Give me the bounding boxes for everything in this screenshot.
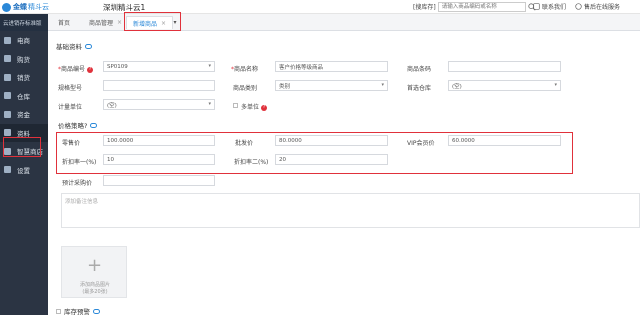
price-highlight-annotation (56, 132, 573, 174)
tab-product-management[interactable]: 商品管理 × (83, 16, 128, 29)
est-purchase-price-field[interactable] (103, 175, 215, 186)
est-purchase-price-label: 预计采购价 (62, 180, 93, 187)
barcode-field[interactable] (448, 61, 561, 72)
logo-brand: 金蝶 (13, 3, 27, 11)
product-name-field[interactable]: 客户价格等级商品 (275, 61, 388, 72)
plus-icon: + (87, 255, 103, 276)
logo-brand-sub: 精斗云 (28, 3, 49, 11)
sidebar-item-label: 购货 (17, 55, 30, 64)
stock-alert-label: 库存预警 (64, 308, 90, 315)
purchase-icon (4, 55, 11, 63)
barcode-label: 商品条码 (407, 66, 432, 73)
spec-model-field[interactable] (103, 80, 215, 91)
sidebar-item-label: 仓库 (17, 92, 30, 101)
sidebar-item-ecommerce[interactable]: 电商 (0, 31, 48, 50)
funds-icon (4, 110, 11, 118)
upload-limit: (最多20张) (82, 289, 108, 295)
price-strategy-title: 价格策略? (58, 120, 98, 130)
tab-label: 首页 (58, 20, 71, 27)
sidebar-item-label: 电商 (17, 37, 30, 46)
help-icon[interactable]: ? (87, 66, 94, 73)
warehouse-icon (4, 92, 11, 100)
multi-unit-checkbox[interactable] (233, 103, 238, 108)
sidebar-item-label: 设置 (17, 166, 30, 175)
multi-unit-label: 多单位? (241, 104, 268, 111)
search-scope[interactable]: [搜库存] (413, 2, 436, 11)
sidebar-item-label: 销货 (17, 74, 30, 83)
product-code-label: *商品编号? (58, 66, 94, 73)
product-name-label: *商品名称 (231, 66, 259, 73)
tab-highlight-annotation (124, 12, 181, 31)
close-icon[interactable]: × (117, 19, 122, 26)
service-label: 售后在线服务 (584, 4, 621, 11)
category-label: 商品类别 (233, 85, 258, 92)
contact-label: 联系我们 (542, 4, 567, 11)
eye-icon[interactable] (90, 122, 98, 128)
sidebar-highlight-annotation (3, 137, 41, 157)
help-icon[interactable]: ? (261, 104, 268, 111)
search-input[interactable] (437, 1, 526, 12)
stock-alert-checkbox[interactable] (56, 308, 61, 314)
contact-icon (533, 3, 540, 10)
sidebar-item-funds[interactable]: 资金 (0, 105, 48, 124)
spec-model-label: 规格型号 (58, 85, 83, 92)
sidebar-edition: 云进销存标准版 (0, 14, 48, 31)
headset-icon (575, 3, 582, 10)
tab-label: 商品管理 (89, 20, 114, 27)
sidebar-item-sales[interactable]: 销货 (0, 68, 48, 87)
preferred-warehouse-select[interactable]: (空) (448, 80, 561, 91)
eye-icon[interactable] (85, 43, 92, 49)
data-icon (4, 129, 11, 137)
settings-icon (4, 166, 11, 174)
kingdee-logo-icon (2, 2, 11, 12)
upload-label: 添加商品图片 (79, 282, 110, 288)
category-select[interactable]: 类别 (275, 80, 388, 91)
sales-icon (4, 73, 11, 81)
sidebar-item-settings[interactable]: 设置 (0, 161, 48, 180)
logo: 金蝶 精斗云 (2, 1, 49, 13)
contact-us-link[interactable]: 联系我们 (533, 2, 566, 11)
remark-textarea[interactable]: 添加备注信息 (61, 193, 640, 228)
global-search: [搜库存] (413, 1, 536, 12)
tab-home[interactable]: 首页 (52, 16, 76, 29)
product-code-field[interactable]: SP0109 (103, 61, 215, 72)
unit-select[interactable]: (空) (103, 99, 215, 110)
sidebar-item-label: 资金 (17, 111, 30, 120)
unit-label: 计量单位 (58, 104, 83, 111)
add-image-button[interactable]: + 添加商品图片 (最多20张) (61, 246, 127, 298)
sidebar: 云进销存标准版 电商 购货 销货 仓库 资金 资料 智慧商店 设置 (0, 14, 48, 315)
ecommerce-icon (4, 36, 11, 44)
top-bar: 金蝶 精斗云 深圳精斗云1 [搜库存] 联系我们 售后在线服务 (0, 0, 640, 14)
stock-alert-row: 库存预警 (56, 306, 100, 315)
eye-icon[interactable] (93, 308, 100, 314)
sidebar-item-warehouse[interactable]: 仓库 (0, 87, 48, 106)
sidebar-item-purchase[interactable]: 购货 (0, 50, 48, 69)
basic-info-title: 基础资料 (56, 41, 92, 51)
preferred-warehouse-label: 首选仓库 (407, 85, 432, 92)
online-service-link[interactable]: 售后在线服务 (575, 2, 620, 11)
